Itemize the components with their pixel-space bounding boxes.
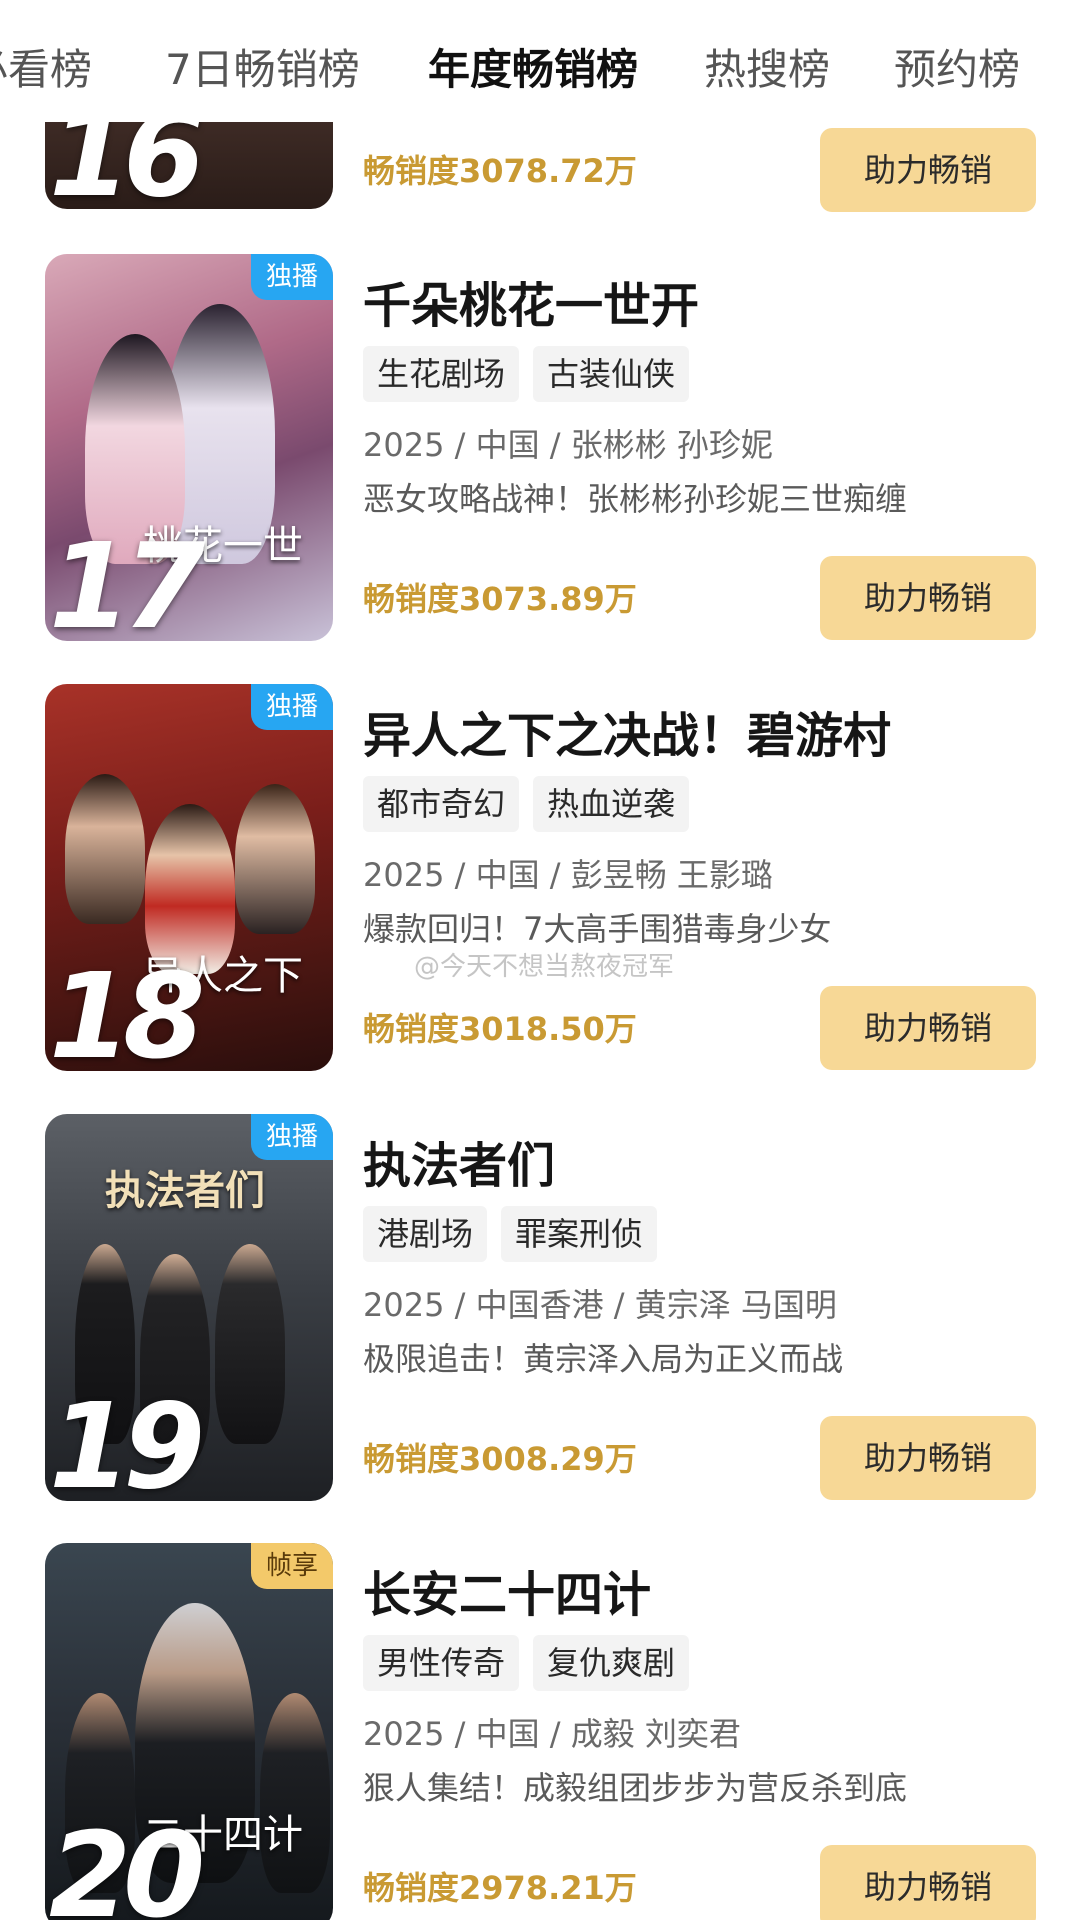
boost-sales-button[interactable]: 助力畅销: [820, 986, 1036, 1070]
sales-score: 畅销度2978.21万: [363, 1869, 637, 1907]
show-title[interactable]: 千朵桃花一世开: [363, 266, 699, 336]
show-title[interactable]: 长安二十四计: [363, 1555, 651, 1625]
tag-chip[interactable]: 都市奇幻: [363, 776, 520, 832]
poster-figure: [65, 774, 145, 924]
ranking-page: 必看榜 7日畅销榜 年度畅销榜 热搜榜 预约榜 16 畅销度3078.72万 助…: [0, 0, 1080, 1920]
tag-chip[interactable]: 生花剧场: [363, 346, 520, 402]
rank-number: 17: [49, 517, 205, 641]
rank-number: 18: [49, 947, 205, 1071]
exclusive-badge: 独播: [251, 684, 333, 730]
show-description: 爆款回归！7大高手围猎毒身少女: [363, 910, 832, 948]
tag-chip[interactable]: 热血逆袭: [533, 776, 690, 832]
sales-score: 畅销度3078.72万: [363, 152, 637, 190]
show-description: 极限追击！黄宗泽入局为正义而战: [363, 1340, 844, 1378]
watermark: @今天不想当熬夜冠军: [414, 952, 675, 982]
tag-chip[interactable]: 港剧场: [363, 1206, 488, 1262]
tag-list: 都市奇幻 热血逆袭: [363, 776, 703, 832]
tag-chip[interactable]: 复仇爽剧: [533, 1635, 690, 1691]
poster-figure: [235, 784, 315, 934]
list-item-rank-17[interactable]: 桃花一世 独播 17 千朵桃花一世开 生花剧场 古装仙侠 2025 / 中国 / …: [0, 254, 1080, 654]
poster-figure: [215, 1244, 285, 1444]
exclusive-badge: 独播: [251, 1114, 333, 1160]
tag-chip[interactable]: 罪案刑侦: [501, 1206, 658, 1262]
poster-title-art: 执法者们: [105, 1167, 265, 1214]
sales-score: 畅销度3073.89万: [363, 580, 637, 618]
tab-reservation[interactable]: 预约榜: [894, 40, 1020, 100]
show-meta: 2025 / 中国 / 张彬彬 孙珍妮: [363, 426, 773, 464]
tab-hot-search[interactable]: 热搜榜: [704, 40, 830, 100]
sales-score: 畅销度3018.50万: [363, 1010, 637, 1048]
boost-sales-button[interactable]: 助力畅销: [820, 556, 1036, 640]
poster-figure: [260, 1693, 330, 1893]
list-item-rank-20[interactable]: 二十四计 帧享 20 长安二十四计 男性传奇 复仇爽剧 2025 / 中国 / 成…: [0, 1543, 1080, 1920]
show-title[interactable]: 执法者们: [363, 1126, 555, 1196]
ranking-tab-bar: 必看榜 7日畅销榜 年度畅销榜 热搜榜 预约榜: [0, 0, 1080, 122]
boost-sales-button[interactable]: 助力畅销: [820, 128, 1036, 212]
poster-image[interactable]: 桃花一世 独播 17: [45, 254, 333, 641]
show-meta: 2025 / 中国香港 / 黄宗泽 马国明: [363, 1286, 837, 1324]
tab-7day-bestseller[interactable]: 7日畅销榜: [165, 40, 360, 100]
tab-must-watch[interactable]: 必看榜: [0, 40, 92, 100]
rank-number: 19: [49, 1377, 205, 1501]
tag-list: 港剧场 罪案刑侦: [363, 1206, 671, 1262]
tab-annual-bestseller[interactable]: 年度畅销榜: [428, 40, 638, 100]
tag-list: 生花剧场 古装仙侠: [363, 346, 703, 402]
boost-sales-button[interactable]: 助力畅销: [820, 1416, 1036, 1500]
poster-image[interactable]: 执法者们 独播 19: [45, 1114, 333, 1501]
poster-image[interactable]: 二十四计 帧享 20: [45, 1543, 333, 1920]
sales-score: 畅销度3008.29万: [363, 1440, 637, 1478]
show-meta: 2025 / 中国 / 成毅 刘奕君: [363, 1715, 741, 1753]
exclusive-badge: 独播: [251, 254, 333, 300]
list-item-rank-19[interactable]: 执法者们 独播 19 执法者们 港剧场 罪案刑侦 2025 / 中国香港 / 黄宗…: [0, 1114, 1080, 1514]
tag-chip[interactable]: 古装仙侠: [533, 346, 690, 402]
show-meta: 2025 / 中国 / 彭昱畅 王影璐: [363, 856, 773, 894]
rank-number: 20: [49, 1806, 205, 1920]
list-item-rank-18[interactable]: 异人之下 独播 18 异人之下之决战！碧游村 都市奇幻 热血逆袭 2025 / 中…: [0, 684, 1080, 1084]
show-description: 恶女攻略战神！张彬彬孙珍妮三世痴缠: [363, 480, 908, 518]
poster-image[interactable]: 异人之下 独播 18: [45, 684, 333, 1071]
tag-list: 男性传奇 复仇爽剧: [363, 1635, 703, 1691]
show-title[interactable]: 异人之下之决战！碧游村: [363, 696, 891, 766]
boost-sales-button[interactable]: 助力畅销: [820, 1845, 1036, 1920]
tag-chip[interactable]: 男性传奇: [363, 1635, 520, 1691]
show-description: 狠人集结！成毅组团步步为营反杀到底: [363, 1769, 908, 1807]
frame-enjoy-badge: 帧享: [251, 1543, 333, 1589]
